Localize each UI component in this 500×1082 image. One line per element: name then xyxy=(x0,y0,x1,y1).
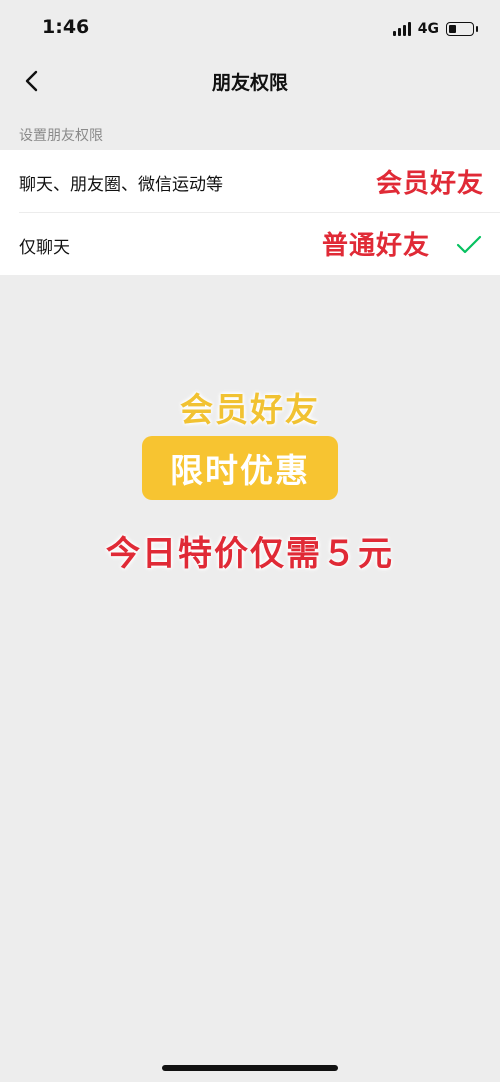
status-bar: 1:46 4G xyxy=(0,0,500,60)
nav-bar: 朋友权限 xyxy=(0,60,500,102)
option-label: 仅聊天 xyxy=(19,238,70,258)
promo-price: 今日特价仅需５元 xyxy=(106,534,394,574)
option-label: 聊天、朋友圈、微信运动等 xyxy=(19,175,223,195)
promo-title: 会员好友 xyxy=(180,390,320,429)
vip-tag: 会员好友 xyxy=(375,169,484,199)
home-indicator[interactable] xyxy=(162,1065,338,1071)
battery-icon xyxy=(446,22,478,36)
option-chat-only[interactable]: 仅聊天 普通好友 xyxy=(19,212,500,275)
status-indicators: 4G xyxy=(392,18,478,40)
status-time: 1:46 xyxy=(42,16,90,38)
network-type: 4G xyxy=(417,21,439,37)
page-title: 朋友权限 xyxy=(211,72,288,94)
checkmark-icon xyxy=(456,235,482,254)
permission-list: 聊天、朋友圈、微信运动等 会员好友 仅聊天 普通好友 xyxy=(0,150,500,275)
promo-badge: 限时优惠 xyxy=(142,436,338,500)
signal-icon xyxy=(392,22,411,36)
normal-tag: 普通好友 xyxy=(322,231,431,261)
section-label: 设置朋友权限 xyxy=(19,128,103,144)
option-chat-moments[interactable]: 聊天、朋友圈、微信运动等 会员好友 xyxy=(0,150,500,212)
